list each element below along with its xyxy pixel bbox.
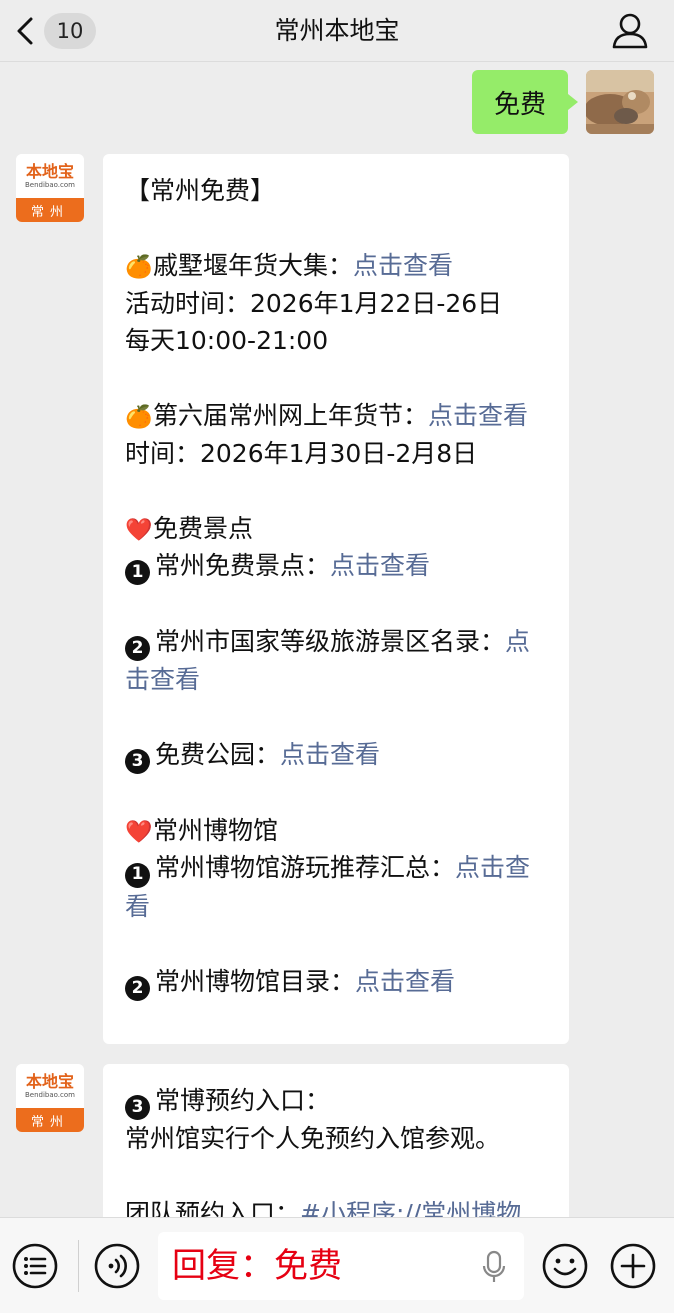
emoji-icon bbox=[542, 1243, 588, 1289]
message-line: 3 常博预约入口： bbox=[125, 1082, 549, 1121]
city-label: 常州 bbox=[16, 198, 84, 222]
message-line: 活动时间：2026年1月22日-26日 bbox=[125, 285, 549, 323]
city-label: 常州 bbox=[16, 1108, 84, 1132]
voice-icon bbox=[94, 1243, 140, 1289]
plus-icon bbox=[610, 1243, 656, 1289]
message-text: 常州市国家等级旅游景区名录： bbox=[155, 626, 506, 656]
view-link[interactable]: 点击查看 bbox=[355, 967, 455, 996]
orange-emoji-icon: 🍊 bbox=[125, 255, 153, 280]
message-line: 1 常州博物馆游玩推荐汇总：点击查看 bbox=[125, 849, 549, 925]
message-line: 🍊戚墅堰年货大集：点击查看 bbox=[125, 247, 549, 285]
message-text: 常州馆实行个人免预约入馆参观。 bbox=[125, 1124, 501, 1154]
navigation-bar: 10 常州本地宝 bbox=[0, 0, 674, 62]
incoming-message-bubble[interactable]: 3 常博预约入口： 常州馆实行个人免预约入馆参观。 团队预约入口：#小程序://常州博… bbox=[103, 1064, 569, 1217]
input-toolbar: 回复：免费 bbox=[0, 1217, 674, 1313]
view-link[interactable]: 点击查看 bbox=[330, 551, 430, 580]
account-avatar[interactable]: 本地宝 Bendibao.com 常州 bbox=[16, 1064, 84, 1132]
message-line: 每天10:00-21:00 bbox=[125, 322, 549, 360]
view-link[interactable]: 点击查看 bbox=[353, 251, 453, 280]
emoji-button[interactable] bbox=[542, 1243, 588, 1289]
message-line: 1 常州免费景点：点击查看 bbox=[125, 547, 549, 586]
chat-area[interactable]: 免费 本地宝 Bendibao.com 常州 【常州免费】 🍊戚墅堰年货大集：点击… bbox=[0, 62, 674, 1217]
message-text: 活动时间：2026年1月22日-26日 bbox=[125, 288, 503, 318]
profile-button[interactable] bbox=[610, 12, 650, 50]
message-line: ❤️常州博物馆 bbox=[125, 812, 549, 850]
message-line: 2 常州博物馆目录：点击查看 bbox=[125, 963, 549, 1001]
message-text: 【常州免费】 bbox=[125, 176, 276, 205]
message-text: 免费景点 bbox=[153, 513, 254, 543]
menu-button[interactable] bbox=[12, 1243, 58, 1289]
number-badge: 3 bbox=[125, 1095, 150, 1121]
my-avatar[interactable] bbox=[586, 70, 654, 134]
outgoing-message-bubble[interactable]: 免费 bbox=[471, 70, 579, 134]
view-link[interactable]: 点击查看 bbox=[280, 740, 380, 769]
message-input[interactable]: 回复：免费 bbox=[158, 1232, 524, 1300]
voice-button[interactable] bbox=[94, 1243, 140, 1289]
view-link[interactable]: 点击查看 bbox=[428, 401, 528, 430]
message-text: 第六届常州网上年货节： bbox=[153, 401, 429, 430]
message-text: 常州博物馆 bbox=[153, 815, 279, 845]
view-link[interactable]: #小程序://常州博物 bbox=[300, 1199, 521, 1217]
message-input-text: 回复：免费 bbox=[172, 1246, 342, 1286]
message-line: ❤️免费景点 bbox=[125, 510, 549, 548]
toolbar-divider bbox=[78, 1240, 79, 1292]
orange-emoji-icon: 🍊 bbox=[125, 405, 153, 430]
message-text: 常博预约入口： bbox=[155, 1086, 331, 1115]
chat-title: 常州本地宝 bbox=[274, 16, 400, 45]
number-badge: 1 bbox=[125, 862, 150, 888]
message-line: 时间：2026年1月30日-2月8日 bbox=[125, 435, 549, 473]
number-badge: 2 bbox=[125, 975, 150, 1001]
microphone-icon[interactable] bbox=[482, 1250, 506, 1284]
incoming-message-bubble[interactable]: 【常州免费】 🍊戚墅堰年货大集：点击查看 活动时间：2026年1月22日-26日 每天… bbox=[103, 154, 569, 1044]
message-content: 3 常博预约入口： 常州馆实行个人免预约入馆参观。 团队预约入口：#小程序://常州博… bbox=[125, 1082, 549, 1217]
message-content: 【常州免费】 🍊戚墅堰年货大集：点击查看 活动时间：2026年1月22日-26日 每天… bbox=[125, 172, 549, 1001]
message-line: 团队预约入口：#小程序://常州博物 bbox=[125, 1195, 549, 1217]
message-text: 免费公园： bbox=[155, 740, 281, 769]
number-badge: 1 bbox=[125, 560, 150, 586]
message-text: 常州博物馆游玩推荐汇总： bbox=[155, 853, 456, 883]
message-text: 团队预约入口： bbox=[125, 1199, 301, 1217]
message-text: 每天10:00-21:00 bbox=[125, 326, 329, 355]
brand-logo: 本地宝 Bendibao.com bbox=[16, 1064, 84, 1108]
account-avatar[interactable]: 本地宝 Bendibao.com 常州 bbox=[16, 154, 84, 222]
menu-list-icon bbox=[12, 1243, 58, 1289]
message-line: 🍊第六届常州网上年货节：点击查看 bbox=[125, 397, 549, 435]
outgoing-message-text: 免费 bbox=[493, 89, 546, 120]
message-text: 时间：2026年1月30日-2月8日 bbox=[125, 438, 478, 468]
message-line: 常州馆实行个人免预约入馆参观。 bbox=[125, 1120, 549, 1158]
number-badge: 2 bbox=[125, 636, 150, 661]
heart-emoji-icon: ❤️ bbox=[125, 819, 153, 845]
message-line: 【常州免费】 bbox=[125, 172, 549, 210]
more-button[interactable] bbox=[610, 1243, 656, 1289]
user-icon bbox=[612, 13, 648, 49]
avatar-image bbox=[586, 70, 654, 134]
heart-emoji-icon: ❤️ bbox=[125, 517, 153, 543]
message-line: 2 常州市国家等级旅游景区名录：点击查看 bbox=[125, 623, 549, 699]
message-text: 常州博物馆目录： bbox=[155, 966, 356, 996]
message-line: 3 免费公园：点击查看 bbox=[125, 736, 549, 775]
message-text: 戚墅堰年货大集： bbox=[153, 251, 354, 280]
message-text: 常州免费景点： bbox=[155, 551, 331, 580]
number-badge: 3 bbox=[125, 749, 150, 775]
brand-logo: 本地宝 Bendibao.com bbox=[16, 154, 84, 198]
